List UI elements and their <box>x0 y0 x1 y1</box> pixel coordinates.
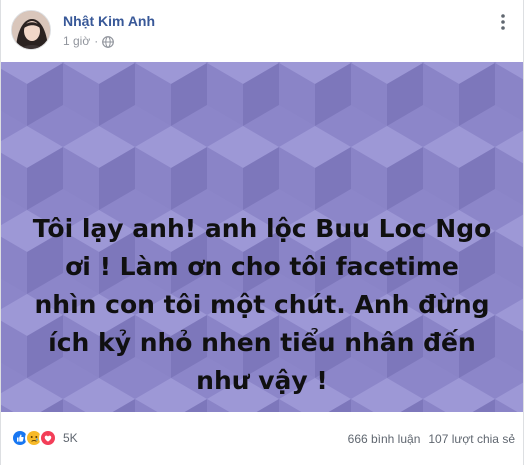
post-text: Tôi lạy anh! anh lộc Buu Loc Ngo ơi ! Là… <box>32 214 492 395</box>
reactions-summary[interactable]: 5K <box>11 428 78 448</box>
share-count[interactable]: 107 lượt chia sẻ <box>428 432 515 446</box>
author-avatar[interactable] <box>11 10 51 50</box>
comment-count[interactable]: 666 bình luận <box>348 432 421 446</box>
reaction-count[interactable]: 5K <box>63 431 78 445</box>
post-header: Nhật Kim Anh 1 giờ · <box>11 10 515 54</box>
post-background: Tôi lạy anh! anh lộc Buu Loc Ngo ơi ! Là… <box>1 62 523 412</box>
engagement-stats: 666 bình luận 107 lượt chia sẻ <box>348 432 515 446</box>
post-card: Nhật Kim Anh 1 giờ · Tôi lạy anh! anh lộ… <box>0 0 524 465</box>
author-name[interactable]: Nhật Kim Anh <box>63 13 155 29</box>
globe-icon[interactable] <box>102 35 115 48</box>
post-timestamp[interactable]: 1 giờ <box>63 34 90 48</box>
more-options-icon[interactable] <box>493 12 513 32</box>
post-meta: 1 giờ · <box>63 34 115 48</box>
love-icon <box>39 429 57 447</box>
meta-separator: · <box>94 34 99 48</box>
post-footer: 5K 666 bình luận 107 lượt chia sẻ <box>11 424 515 452</box>
